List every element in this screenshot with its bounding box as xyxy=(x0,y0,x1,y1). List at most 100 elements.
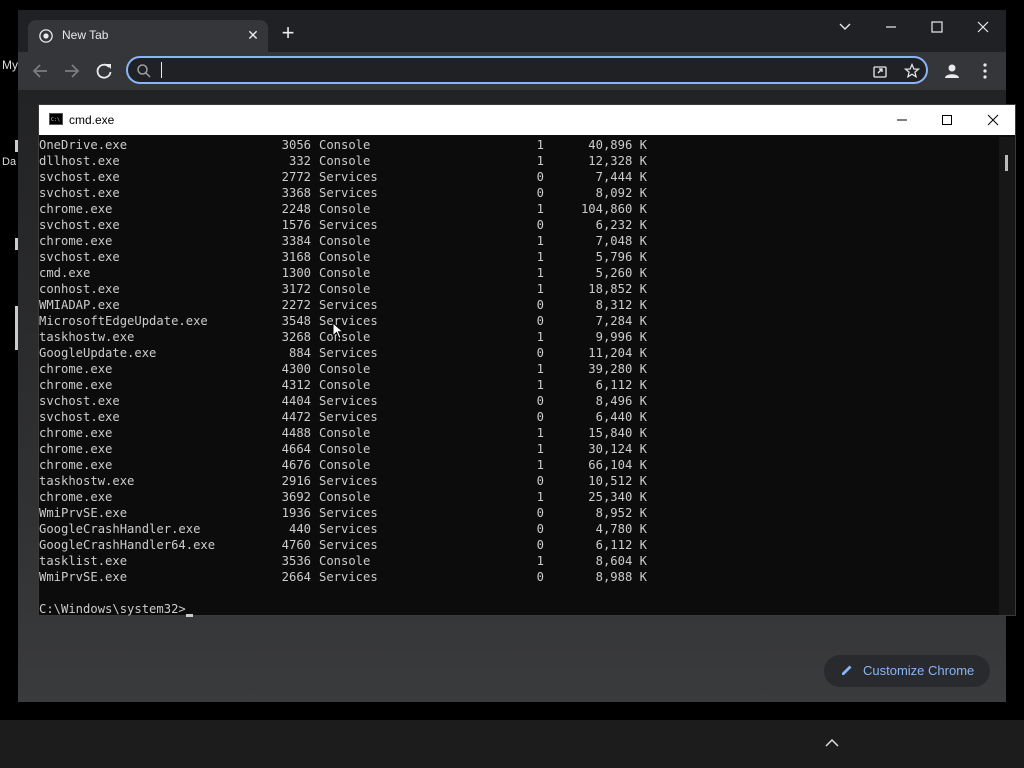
reload-icon[interactable] xyxy=(93,60,115,82)
cmd-minimize-icon[interactable] xyxy=(893,111,911,129)
session-number: 0 xyxy=(536,570,544,584)
mouse-pointer-icon xyxy=(332,322,344,340)
process-row: conhost.exe 3172 Console 1 18,852 K xyxy=(39,281,999,297)
forward-icon[interactable] xyxy=(61,60,83,82)
process-row: cmd.exe 1300 Console 1 5,260 K xyxy=(39,265,999,281)
session-name: Console xyxy=(319,154,371,168)
session-number: 0 xyxy=(536,346,544,360)
process-row: WmiPrvSE.exe 1936 Services 0 8,952 K xyxy=(39,505,999,521)
show-hidden-icons-chevron-up-icon[interactable] xyxy=(822,732,842,752)
session-number: 1 xyxy=(536,442,544,456)
session-name: Console xyxy=(319,490,371,504)
session-number: 1 xyxy=(536,330,544,344)
svg-text:C:\: C:\ xyxy=(51,117,60,123)
address-input[interactable] xyxy=(160,61,854,81)
session-number: 0 xyxy=(536,506,544,520)
customize-chrome-button[interactable]: Customize Chrome xyxy=(824,655,990,687)
session-number: 0 xyxy=(536,474,544,488)
scrollbar-thumb[interactable] xyxy=(1005,155,1008,171)
session-number: 0 xyxy=(536,314,544,328)
minimize-icon[interactable] xyxy=(874,14,908,40)
pid: 332 xyxy=(288,154,311,168)
image-name: chrome.exe xyxy=(39,202,113,216)
pid: 4664 xyxy=(281,442,311,456)
session-name: Services xyxy=(319,570,378,584)
session-number: 1 xyxy=(536,426,544,440)
tab-new-tab[interactable]: New Tab ✕ xyxy=(28,20,268,52)
scrollbar[interactable] xyxy=(999,137,1015,615)
pid: 2248 xyxy=(281,202,311,216)
mem-usage: 15,840 K xyxy=(588,426,647,440)
profile-icon[interactable] xyxy=(941,60,963,82)
mem-usage: 66,104 K xyxy=(588,458,647,472)
bookmark-star-icon[interactable] xyxy=(904,63,920,79)
cmd-titlebar[interactable]: C:\ cmd.exe xyxy=(39,105,1015,135)
image-name: dllhost.exe xyxy=(39,154,120,168)
cmd-maximize-icon[interactable] xyxy=(938,111,956,129)
session-name: Console xyxy=(319,442,371,456)
pid: 3536 xyxy=(281,554,311,568)
session-number: 0 xyxy=(536,218,544,232)
session-name: Services xyxy=(319,522,378,536)
pid: 3268 xyxy=(281,330,311,344)
session-name: Services xyxy=(319,314,378,328)
taskbar xyxy=(0,720,1024,768)
image-name: chrome.exe xyxy=(39,426,113,440)
pid: 1300 xyxy=(281,266,311,280)
process-row: WMIADAP.exe 2272 Services 0 8,312 K xyxy=(39,297,999,313)
close-window-icon[interactable] xyxy=(966,14,1000,40)
share-icon[interactable] xyxy=(872,63,888,79)
pid: 4760 xyxy=(281,538,311,552)
new-tab-button[interactable]: + xyxy=(278,22,298,44)
pid: 884 xyxy=(288,346,311,360)
tab-search-icon[interactable] xyxy=(828,14,862,40)
pid: 3692 xyxy=(281,490,311,504)
image-name: svchost.exe xyxy=(39,186,120,200)
image-name: WmiPrvSE.exe xyxy=(39,570,128,584)
maximize-icon[interactable] xyxy=(920,14,954,40)
address-bar[interactable] xyxy=(126,56,928,84)
session-name: Console xyxy=(319,202,371,216)
console-output[interactable]: OneDrive.exe 3056 Console 1 40,896 Kdllhost.… xyxy=(39,137,999,617)
chrome-icon xyxy=(39,29,53,43)
back-icon[interactable] xyxy=(29,60,51,82)
command-prompt[interactable]: C:\Windows\system32> xyxy=(39,601,193,617)
pid: 2916 xyxy=(281,474,311,488)
session-number: 0 xyxy=(536,186,544,200)
tab-close-icon[interactable]: ✕ xyxy=(246,28,260,42)
mem-usage: 12,328 K xyxy=(588,154,647,168)
pid: 4488 xyxy=(281,426,311,440)
image-name: svchost.exe xyxy=(39,250,120,264)
cmd-close-icon[interactable] xyxy=(984,111,1002,129)
session-number: 1 xyxy=(536,282,544,296)
process-row: OneDrive.exe 3056 Console 1 40,896 K xyxy=(39,137,999,153)
session-name: Services xyxy=(319,346,378,360)
pid: 2272 xyxy=(281,298,311,312)
process-row: dllhost.exe 332 Console 1 12,328 K xyxy=(39,153,999,169)
session-name: Console xyxy=(319,458,371,472)
image-name: chrome.exe xyxy=(39,378,113,392)
session-name: Console xyxy=(319,378,371,392)
image-name: chrome.exe xyxy=(39,490,113,504)
mem-usage: 4,780 K xyxy=(595,522,647,536)
image-name: svchost.exe xyxy=(39,218,120,232)
desktop-label-1: My xyxy=(2,58,18,72)
process-row: GoogleCrashHandler64.exe 4760 Services 0 6,1… xyxy=(39,537,999,553)
menu-icon[interactable] xyxy=(974,60,996,82)
tab-strip: New Tab ✕ + xyxy=(18,10,1006,52)
process-row: svchost.exe 1576 Services 0 6,232 K xyxy=(39,217,999,233)
image-name: svchost.exe xyxy=(39,394,120,408)
mem-usage: 8,496 K xyxy=(595,394,647,408)
image-name: taskhostw.exe xyxy=(39,474,135,488)
image-name: taskhostw.exe xyxy=(39,330,135,344)
session-number: 0 xyxy=(536,522,544,536)
mem-usage: 18,852 K xyxy=(588,282,647,296)
pid: 3168 xyxy=(281,250,311,264)
session-number: 1 xyxy=(536,554,544,568)
mem-usage: 39,280 K xyxy=(588,362,647,376)
pid: 3368 xyxy=(281,186,311,200)
session-name: Services xyxy=(319,538,378,552)
image-name: svchost.exe xyxy=(39,170,120,184)
process-row: svchost.exe 2772 Services 0 7,444 K xyxy=(39,169,999,185)
session-name: Services xyxy=(319,186,378,200)
